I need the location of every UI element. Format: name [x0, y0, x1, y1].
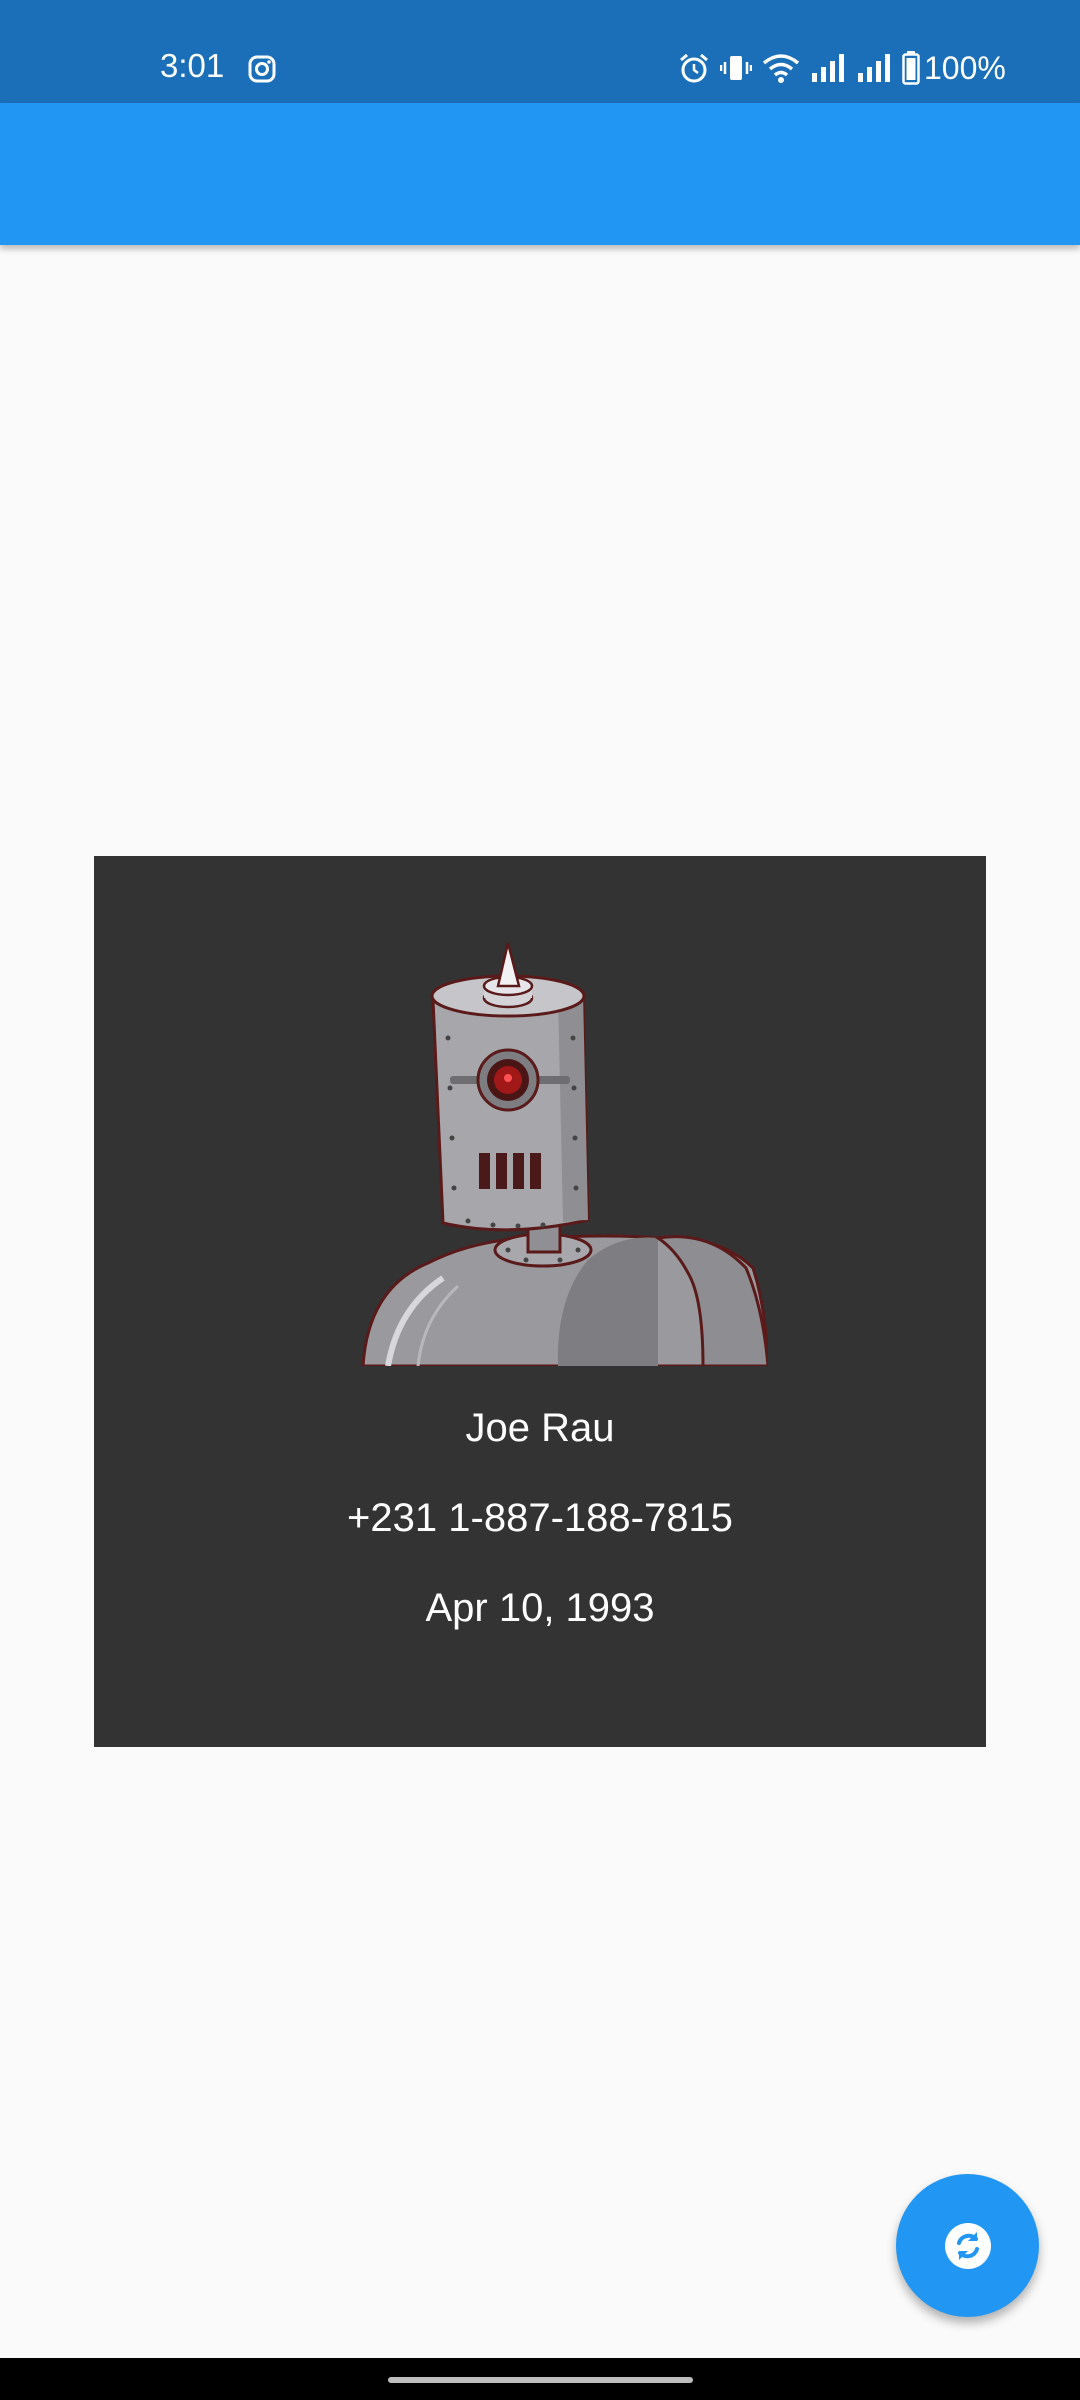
battery-percent: 100% [924, 50, 1006, 86]
profile-name: Joe Rau [465, 1406, 615, 1450]
app-bar [0, 103, 1080, 245]
status-icons: 100% [678, 48, 1006, 88]
vibrate-icon [720, 56, 752, 80]
refresh-icon [944, 2222, 991, 2269]
instagram-icon [248, 55, 276, 83]
battery-icon [902, 51, 920, 85]
signal-icon [812, 54, 844, 82]
profile-card: Joe Rau +231 1-887-188-7815 Apr 10, 1993 [94, 856, 986, 1747]
alarm-icon [680, 53, 708, 83]
signal-icon [858, 54, 890, 82]
home-gesture-handle[interactable] [388, 2377, 693, 2383]
refresh-fab-button[interactable] [896, 2174, 1039, 2317]
profile-birthday: Apr 10, 1993 [425, 1586, 655, 1630]
profile-phone: +231 1-887-188-7815 [347, 1496, 733, 1540]
robot-avatar [361, 942, 768, 1366]
status-time: 3:01 [160, 47, 225, 84]
wifi-icon [762, 54, 800, 83]
navigation-bar [0, 2358, 1080, 2400]
status-bar: 3:01 100% [0, 0, 1080, 103]
